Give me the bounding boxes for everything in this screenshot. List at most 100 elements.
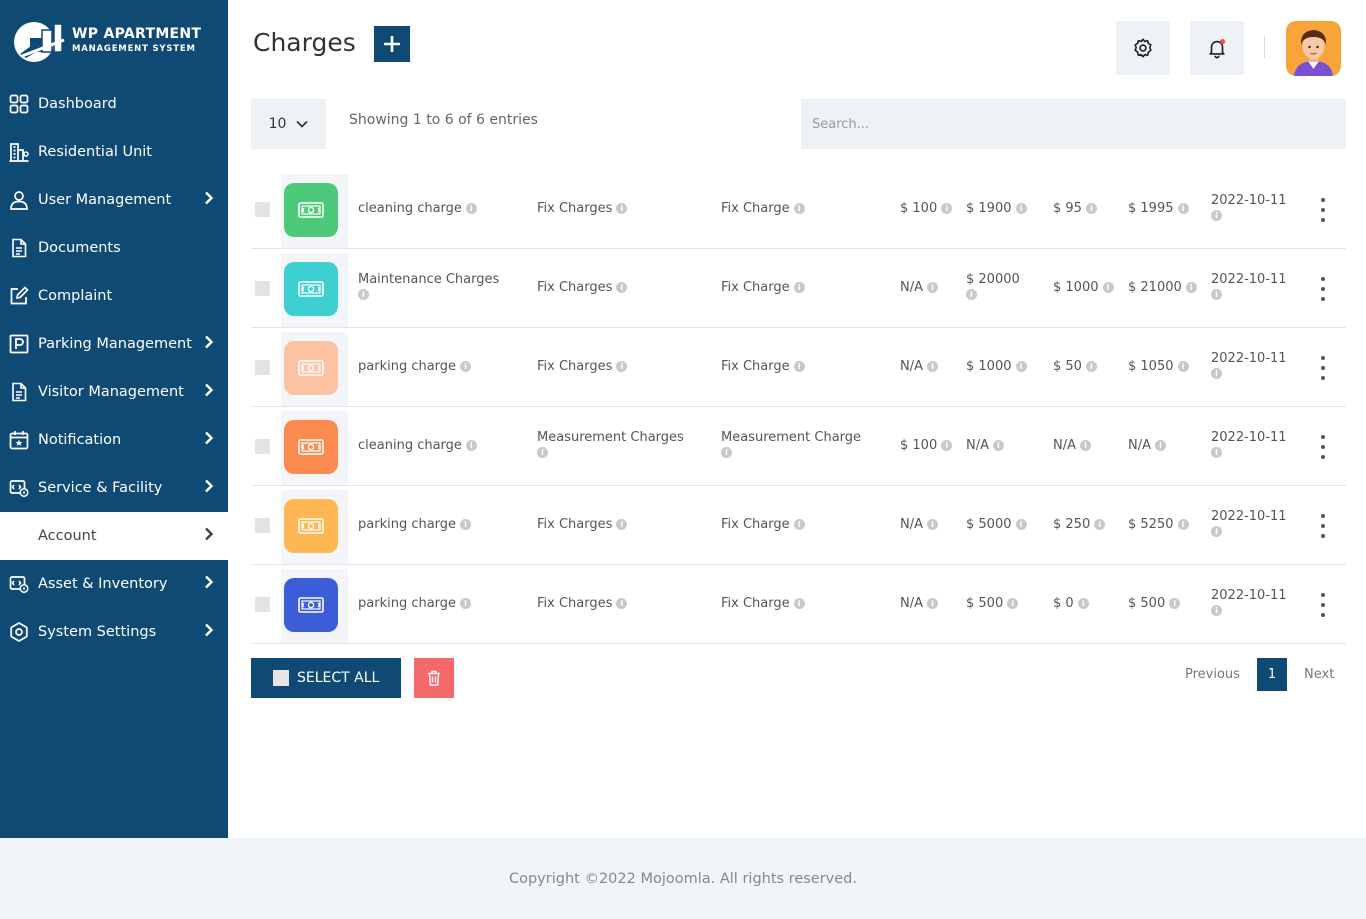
select-all-button[interactable]: SELECT ALL	[251, 658, 401, 698]
money-icon	[284, 341, 338, 395]
select-all-label: SELECT ALL	[297, 670, 380, 686]
charge-amount-2: $ 1000 i	[966, 358, 1027, 376]
sidebar-item-parking-management[interactable]: Parking Management	[0, 320, 228, 368]
pagination-previous[interactable]: Previous	[1185, 667, 1240, 682]
info-icon[interactable]: i	[927, 282, 938, 293]
info-icon[interactable]: i	[616, 361, 628, 372]
pagination-page-1[interactable]: 1	[1257, 658, 1287, 691]
info-icon[interactable]: i	[1007, 598, 1019, 609]
row-checkbox[interactable]	[255, 518, 270, 533]
page-length-select[interactable]: 10	[251, 99, 326, 149]
row-checkbox[interactable]	[255, 439, 270, 454]
info-icon[interactable]: i	[793, 519, 805, 530]
info-icon[interactable]: i	[1177, 519, 1189, 530]
chevron-right-icon	[204, 575, 214, 593]
charge-type-text: Fix Charge	[721, 280, 790, 295]
search-input[interactable]	[801, 99, 1346, 149]
info-icon[interactable]: i	[1185, 282, 1197, 293]
info-icon[interactable]: i	[1015, 203, 1027, 214]
info-icon[interactable]: i	[793, 203, 805, 214]
row-actions-menu-icon[interactable]	[1315, 593, 1331, 617]
info-icon[interactable]: i	[1211, 289, 1222, 300]
info-icon[interactable]: i	[941, 440, 953, 451]
chevron-right-icon	[204, 431, 214, 449]
sidebar-item-asset-inventory[interactable]: Asset & Inventory	[0, 560, 228, 608]
table-row: parking charge i Fix Charges i Fix Charge i N/…	[251, 565, 1346, 644]
row-checkbox[interactable]	[255, 597, 270, 612]
info-icon[interactable]: i	[616, 282, 628, 293]
plus-icon	[384, 36, 400, 52]
row-checkbox[interactable]	[255, 202, 270, 217]
info-icon[interactable]: i	[1211, 605, 1222, 616]
info-icon[interactable]: i	[966, 289, 977, 300]
row-actions-menu-icon[interactable]	[1315, 356, 1331, 380]
sidebar-item-label: System Settings	[38, 624, 157, 640]
info-icon[interactable]: i	[1080, 440, 1091, 451]
info-icon[interactable]: i	[460, 598, 472, 609]
charge-date: 2022-10-11 i	[1211, 271, 1287, 300]
row-checkbox[interactable]	[255, 281, 270, 296]
info-icon[interactable]: i	[1085, 361, 1097, 372]
info-icon[interactable]: i	[1211, 447, 1222, 458]
info-icon[interactable]: i	[1211, 526, 1222, 537]
user-avatar[interactable]	[1286, 21, 1341, 76]
info-icon[interactable]: i	[358, 289, 369, 300]
money-icon	[284, 420, 338, 474]
info-icon[interactable]: i	[927, 361, 938, 372]
info-icon[interactable]: i	[793, 598, 805, 609]
sidebar-item-documents[interactable]: Documents	[0, 224, 228, 272]
info-icon[interactable]: i	[465, 440, 477, 451]
info-icon[interactable]: i	[1155, 440, 1166, 451]
row-checkbox[interactable]	[255, 360, 270, 375]
info-icon[interactable]: i	[1085, 203, 1097, 214]
sidebar-item-account[interactable]: Account	[0, 512, 228, 560]
notifications-button[interactable]	[1190, 21, 1244, 75]
info-icon[interactable]: i	[537, 447, 548, 458]
info-icon[interactable]: i	[1077, 598, 1089, 609]
info-icon[interactable]: i	[616, 203, 628, 214]
sidebar-item-dashboard[interactable]: Dashboard	[0, 80, 228, 128]
info-icon[interactable]: i	[1015, 519, 1027, 530]
info-icon[interactable]: i	[1094, 519, 1106, 530]
sidebar-item-service-facility[interactable]: Service & Facility	[0, 464, 228, 512]
sidebar-item-system-settings[interactable]: System Settings	[0, 608, 228, 656]
pagination-next[interactable]: Next	[1304, 667, 1334, 682]
charge-date: 2022-10-11 i	[1211, 587, 1287, 616]
sidebar-item-notification[interactable]: Notification	[0, 416, 228, 464]
info-icon[interactable]: i	[1169, 598, 1181, 609]
info-icon[interactable]: i	[721, 447, 732, 458]
row-actions-menu-icon[interactable]	[1315, 277, 1331, 301]
info-icon[interactable]: i	[460, 519, 472, 530]
info-icon[interactable]: i	[1177, 203, 1189, 214]
delete-selected-button[interactable]	[414, 658, 454, 698]
info-icon[interactable]: i	[1102, 282, 1114, 293]
row-actions-menu-icon[interactable]	[1315, 198, 1331, 222]
money-icon	[284, 262, 338, 316]
info-icon[interactable]: i	[1015, 361, 1027, 372]
sidebar-item-user-management[interactable]: User Management	[0, 176, 228, 224]
info-icon[interactable]: i	[1211, 368, 1222, 379]
service-icon	[8, 477, 30, 499]
sidebar-item-residential-unit[interactable]: Residential Unit	[0, 128, 228, 176]
info-icon[interactable]: i	[616, 598, 628, 609]
info-icon[interactable]: i	[927, 519, 938, 530]
add-charge-button[interactable]	[374, 26, 410, 62]
charge-icon-cell	[281, 569, 348, 643]
info-icon[interactable]: i	[1211, 210, 1222, 221]
row-actions-menu-icon[interactable]	[1315, 435, 1331, 459]
info-icon[interactable]: i	[941, 203, 953, 214]
settings-button[interactable]	[1116, 21, 1170, 75]
info-icon[interactable]: i	[927, 598, 938, 609]
sidebar-item-complaint[interactable]: Complaint	[0, 272, 228, 320]
sidebar-item-visitor-management[interactable]: Visitor Management	[0, 368, 228, 416]
info-icon[interactable]: i	[1177, 361, 1189, 372]
charge-amount-2-text: $ 1900	[966, 201, 1012, 216]
row-actions-menu-icon[interactable]	[1315, 514, 1331, 538]
info-icon[interactable]: i	[465, 203, 477, 214]
info-icon[interactable]: i	[793, 361, 805, 372]
info-icon[interactable]: i	[460, 361, 472, 372]
info-icon[interactable]: i	[616, 519, 628, 530]
brand-logo[interactable]: WP APARTMENT MANAGEMENT SYSTEM	[0, 0, 228, 80]
info-icon[interactable]: i	[993, 440, 1004, 451]
info-icon[interactable]: i	[793, 282, 805, 293]
